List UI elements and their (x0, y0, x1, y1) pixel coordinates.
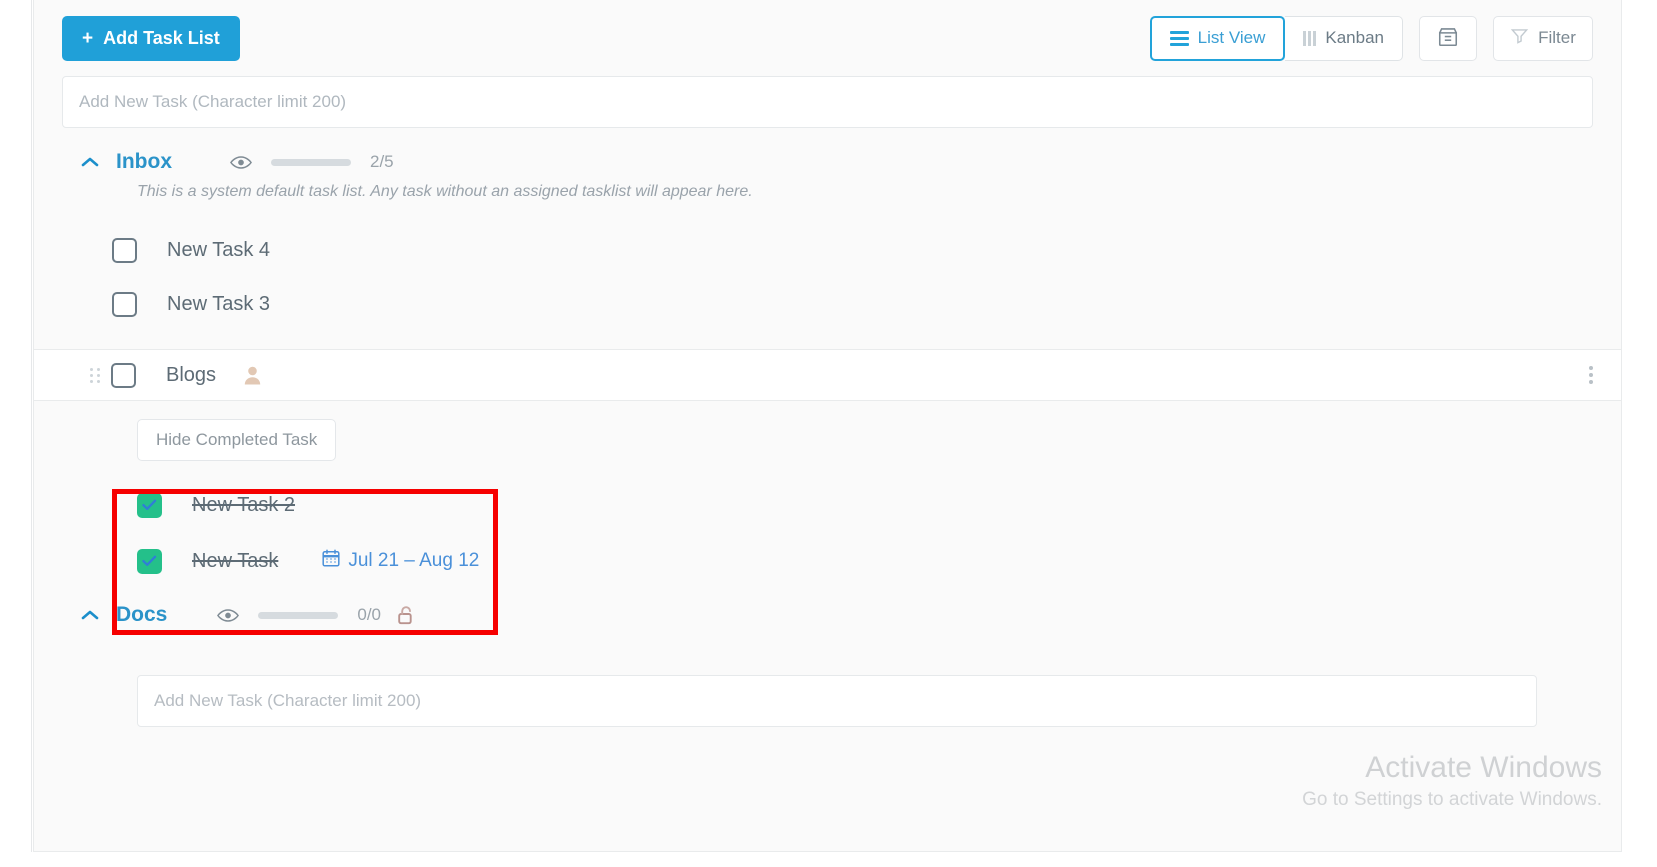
kanban-columns-icon (1303, 30, 1317, 46)
plus-icon: + (82, 27, 94, 49)
sidebar-item-docs[interactable]: Docs (116, 603, 167, 627)
window-left-edge (0, 0, 32, 867)
watermark-title: Activate Windows (1365, 750, 1602, 784)
calendar-icon (322, 549, 340, 573)
sidebar-item-inbox[interactable]: Inbox (116, 150, 172, 174)
list-lines-icon (1169, 30, 1189, 46)
task-label: New Task 4 (167, 238, 271, 261)
eye-icon[interactable] (230, 155, 252, 170)
task-checkbox-checked[interactable] (137, 492, 162, 518)
toolbar: + Add Task List List View Kanban Filter (34, 0, 1621, 76)
task-label: New Task 3 (167, 292, 271, 315)
top-add-task-input[interactable] (62, 76, 1593, 128)
archive-box-icon (1437, 26, 1459, 51)
bottom-add-task-input[interactable] (137, 675, 1537, 727)
task-row[interactable]: New Task 3 (34, 277, 1621, 331)
unlock-icon[interactable] (397, 605, 415, 625)
task-label: New Task (192, 549, 279, 572)
docs-progress-count: 0/0 (357, 605, 381, 624)
window-bottom-edge (0, 852, 1657, 867)
kanban-label: Kanban (1325, 28, 1384, 47)
task-row[interactable]: New Task Jul 21 – Aug 12 (34, 533, 1621, 589)
inbox-progress-count: 2/5 (370, 152, 394, 171)
chevron-up-icon[interactable] (78, 155, 102, 169)
task-list-panel: + Add Task List List View Kanban Filter … (33, 0, 1622, 852)
eye-icon[interactable] (217, 608, 240, 623)
list-view-button[interactable]: List View (1149, 15, 1286, 61)
add-task-list-label: Add Task List (103, 27, 220, 48)
task-checkbox[interactable] (111, 362, 136, 388)
inbox-description: This is a system default task list. Any … (137, 183, 753, 200)
task-label: Blogs (166, 363, 217, 386)
drag-dots-icon[interactable] (90, 367, 100, 383)
task-checkbox[interactable] (112, 291, 137, 317)
task-label: New Task 2 (192, 493, 296, 516)
task-checkbox-checked[interactable] (137, 548, 162, 574)
completed-task-group: New Task 2 New Task Jul 21 – Aug 12 (34, 461, 1621, 589)
app-root: + Add Task List List View Kanban Filter … (0, 0, 1657, 867)
task-row[interactable]: New Task 2 (34, 477, 1621, 533)
hide-completed-wrap: Hide Completed Task (34, 401, 1621, 461)
inbox-header: Inbox 2/5 (34, 128, 1621, 174)
archive-button[interactable] (1419, 15, 1477, 61)
task-row-blogs[interactable]: Blogs (34, 349, 1621, 401)
windows-activation-watermark: Activate Windows Go to Settings to activ… (1302, 749, 1602, 812)
top-task-input-wrap (34, 76, 1621, 128)
task-row[interactable]: New Task 4 (34, 223, 1621, 277)
inbox-progress-bar (271, 158, 351, 166)
chevron-up-icon[interactable] (78, 608, 102, 622)
funnel-icon (1510, 26, 1529, 50)
inbox-task-list: New Task 4 New Task 3 (34, 201, 1621, 331)
filter-label: Filter (1538, 28, 1576, 47)
section-docs: Docs 0/0 (34, 589, 1621, 727)
kanban-view-button[interactable]: Kanban (1285, 15, 1403, 61)
filter-button[interactable]: Filter (1493, 15, 1593, 61)
watermark-subtitle: Go to Settings to activate Windows. (1302, 789, 1602, 810)
task-due-date[interactable]: Jul 21 – Aug 12 (322, 549, 479, 573)
view-toggle-group: List View Kanban (1149, 15, 1403, 61)
more-vertical-icon[interactable] (1589, 366, 1593, 384)
task-checkbox[interactable] (112, 237, 137, 263)
bottom-task-input-wrap (34, 627, 1621, 727)
window-right-edge (1622, 0, 1657, 867)
section-inbox: Inbox 2/5 This is a system default task … (34, 128, 1621, 589)
toolbar-right-group: List View Kanban Filter (1149, 15, 1593, 61)
add-task-list-button[interactable]: + Add Task List (62, 15, 240, 61)
docs-progress-bar (258, 611, 339, 619)
task-due-date-label: Jul 21 – Aug 12 (348, 550, 480, 571)
hide-completed-task-button[interactable]: Hide Completed Task (137, 419, 337, 461)
user-avatar-icon[interactable] (244, 366, 261, 385)
list-view-label: List View (1197, 28, 1266, 47)
docs-header: Docs 0/0 (34, 589, 1621, 627)
